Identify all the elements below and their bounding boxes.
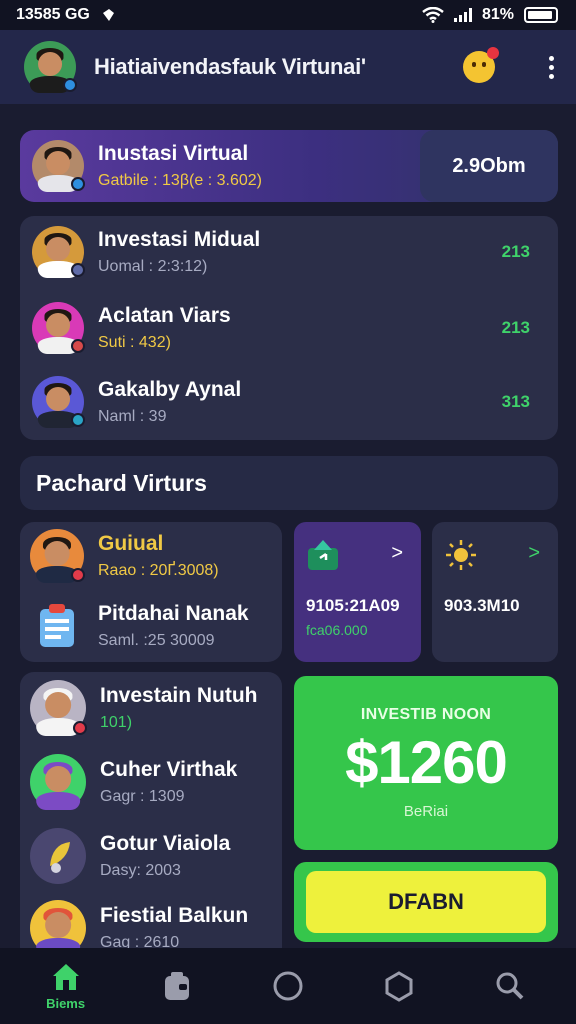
promo-label: INVESTIB NOON	[360, 706, 492, 723]
item-value: 213	[501, 242, 530, 261]
featured-list: Guiual Raao : 20Ґ.3008) Pitdahai Nanak S…	[20, 522, 282, 662]
item-value: 213	[501, 318, 530, 337]
item-detail: Dasy: 2003	[100, 861, 181, 879]
item-name: Cuher Virthak	[100, 758, 238, 782]
item-name: Fiestial Balkun	[100, 904, 249, 928]
promo-sub: BeRiai	[403, 803, 449, 820]
item-detail: Suti : 432)	[98, 333, 171, 351]
avatar	[32, 140, 85, 192]
chevron-right-icon: >	[528, 542, 540, 564]
item-value: 313	[501, 392, 530, 411]
cta-container: DFABN	[294, 862, 558, 942]
bottom-navigation: Biems	[0, 948, 576, 1024]
battery-icon	[524, 7, 558, 23]
search-icon	[496, 972, 524, 1000]
wallet-icon	[164, 972, 189, 1000]
featured-value: 2.9Obm	[420, 130, 558, 202]
notification-icon	[102, 9, 114, 21]
item-detail: 101)	[100, 713, 133, 731]
item-detail: Raao : 20Ґ.3008)	[98, 561, 219, 579]
status-time: 13585 GG	[16, 6, 90, 23]
circle-icon	[273, 971, 303, 1001]
section-header: Pachard Virturs	[20, 456, 558, 510]
nav-home-label: Biems	[46, 995, 86, 1011]
investment-list: Investasi Midual Uomal : 2:3:12) 213 Acl…	[20, 216, 558, 440]
wifi-icon	[422, 7, 444, 23]
featured-investment-card[interactable]: Inustasi Virtual Gatbile : 13β(e : 3.602…	[20, 130, 558, 202]
item-name: Pitdahai Nanak	[98, 602, 249, 626]
profile-avatar[interactable]	[24, 41, 77, 93]
avatar	[30, 828, 86, 884]
more-options-icon[interactable]	[545, 52, 558, 83]
nav-home[interactable]: Biems	[26, 948, 106, 1024]
featured-name: Inustasi Virtual	[98, 142, 249, 166]
avatar	[32, 302, 85, 354]
item-detail: Uomal : 2:3:12)	[98, 257, 208, 275]
tile-value: 903.3M10	[444, 596, 520, 615]
stat-tile[interactable]: > 9105:2‌1A09 fca06.000	[294, 522, 421, 662]
avatar	[30, 680, 87, 736]
wallet-icon	[308, 540, 338, 570]
item-detail: Gagr : 1309	[100, 787, 185, 805]
signal-icon	[453, 8, 472, 22]
nav-hexagon[interactable]	[359, 948, 439, 1024]
list-item[interactable]: Cuher Virthak Gagr : 1309	[30, 752, 264, 812]
stat-tile[interactable]: > 903.3M10	[432, 522, 558, 662]
nav-search[interactable]	[470, 948, 550, 1024]
notifications-button[interactable]	[463, 47, 499, 83]
list-item[interactable]: Investasi Midual Uomal : 2:3:12) 213	[32, 222, 540, 282]
notification-badge	[487, 47, 499, 59]
list-item[interactable]: Guiual Raao : 20Ґ.3008)	[30, 526, 264, 586]
chevron-right-icon: >	[391, 542, 403, 564]
item-name: Gotur Viaiola	[100, 832, 231, 856]
status-bar: 13585 GG 81%	[0, 0, 576, 30]
sun-icon	[446, 540, 476, 570]
leaf-icon	[50, 842, 70, 873]
item-name: Investasi Midual	[98, 228, 261, 252]
investor-list: Investain Nutuh 101) Cuher Virthak Gagr …	[20, 672, 282, 956]
app-header: Hiatiaivendasfauk Virtunai'	[0, 30, 576, 104]
item-name: Investain Nutuh	[100, 684, 258, 708]
avatar	[32, 376, 85, 428]
avatar	[30, 529, 85, 583]
item-name: Gakalby Aynal	[98, 378, 242, 402]
item-name: Aclatan Viars	[98, 304, 231, 328]
tile-sub: fca06.000	[306, 622, 368, 638]
hexagon-icon	[385, 971, 413, 1002]
app-title: Hiatiaivendasfauk Virtunai'	[94, 54, 366, 79]
cta-button[interactable]: DFABN	[306, 871, 546, 933]
list-item[interactable]: Gakalby Aynal Naml : 39 313	[32, 372, 540, 432]
tile-value: 9105:2‌1A09	[306, 596, 400, 615]
list-item[interactable]: Investain Nutuh 101)	[30, 678, 264, 738]
promo-card[interactable]: INVESTIB NOON $1260 BeRiai	[294, 676, 558, 850]
section-title: Pachard Virturs	[36, 469, 207, 496]
item-name: Guiual	[98, 532, 164, 556]
nav-wallet[interactable]	[137, 948, 217, 1024]
list-item[interactable]: Gotur Viaiola Dasy: 2003	[30, 826, 264, 886]
avatar	[32, 226, 85, 278]
avatar	[30, 754, 86, 810]
item-detail: Naml : 39	[98, 407, 167, 425]
list-item[interactable]: Pitdahai Nanak Saml. :25 30009	[30, 596, 264, 656]
home-icon	[52, 963, 79, 990]
clipboard-icon	[40, 604, 74, 647]
list-item[interactable]: Aclatan Viars Suti : 432) 213	[32, 298, 540, 358]
promo-value: $1260	[345, 729, 508, 796]
battery-percent: 81%	[481, 6, 514, 23]
featured-detail: Gatbile : 13β(e : 3.602)	[98, 171, 262, 189]
item-detail: Saml. :25 30009	[98, 631, 215, 649]
nav-circle[interactable]	[248, 948, 328, 1024]
